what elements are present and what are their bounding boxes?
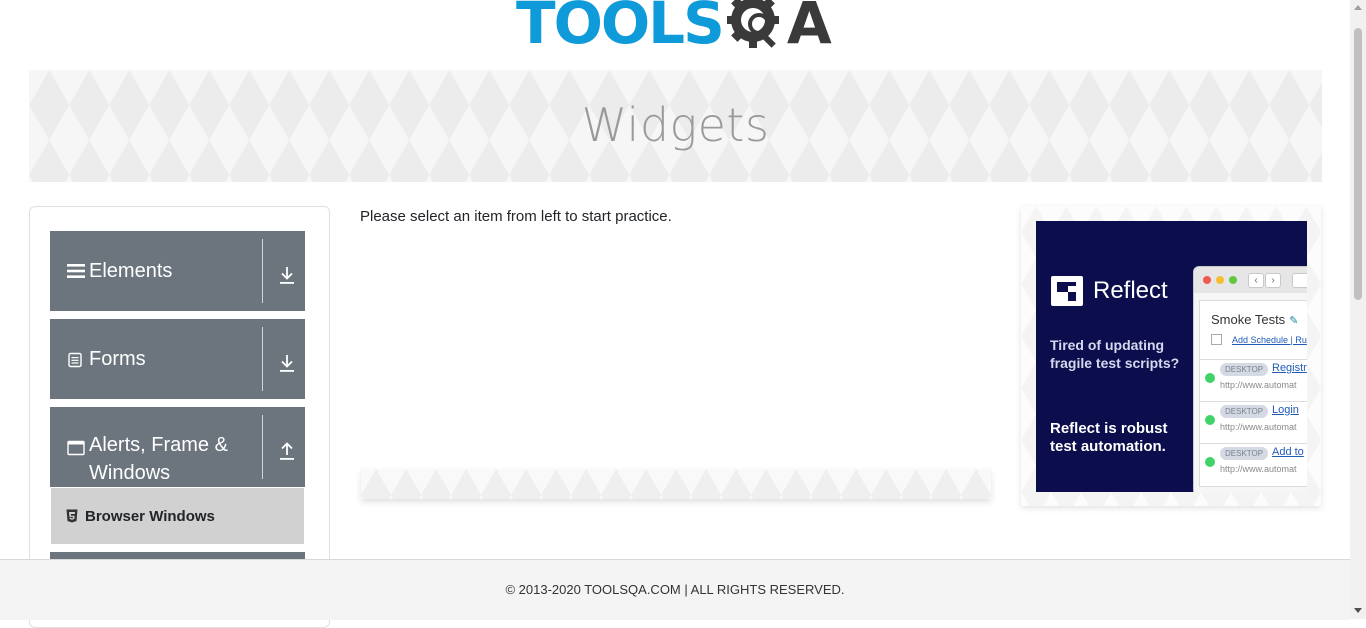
vertical-scrollbar[interactable] [1350,0,1366,619]
ad-container: Reflect Tired of updating fragile test s… [1021,206,1321,506]
test-row: DESKTOP Registr http://www.automat [1200,359,1307,400]
add-schedule-link: Add Schedule | Ru [1232,335,1307,345]
back-arrow-icon: ‹ [1248,273,1264,288]
divider [262,327,263,391]
ad-brand-name: Reflect [1093,277,1168,304]
status-dot-icon [1205,457,1215,467]
forward-arrow-icon: › [1265,273,1281,288]
download-arrow-icon[interactable] [278,353,296,373]
sidebar-item-label: Browser Windows [85,507,215,525]
close-dot-icon [1203,276,1211,284]
minimize-dot-icon [1216,276,1224,284]
maximize-dot-icon [1229,276,1237,284]
group-label: Elements [89,260,173,282]
divider [262,415,263,479]
download-arrow-icon[interactable] [278,265,296,285]
ad-brand: Reflect [1051,276,1168,306]
toolsqa-logo[interactable]: TOOLS A [516,0,832,60]
hamburger-icon [67,264,85,283]
html5-icon [66,509,78,523]
page-footer: © 2013-2020 TOOLSQA.COM | ALL RIGHTS RES… [0,559,1350,620]
group-label: Alerts, Frame & Windows [89,434,228,484]
sidebar-item-browser-windows[interactable]: Browser Windows [51,488,304,544]
test-row: DESKTOP Add to http://www.automat [1200,443,1307,484]
test-name: Login [1272,404,1299,416]
logo-text-tools: TOOLS [516,0,725,57]
ad-browser-mockup: ‹ › Smoke Tests ✎ Add Schedule | Ru DESKT… [1194,267,1307,492]
test-name: Add to [1272,446,1304,458]
gear-magnifier-icon [725,0,791,57]
upload-arrow-icon[interactable] [278,441,296,461]
mockup-content: Smoke Tests ✎ Add Schedule | Ru DESKTOP R… [1199,300,1307,487]
test-url: http://www.automat [1220,422,1297,432]
ad-tagline: Tired of updating fragile test scripts? [1050,337,1180,371]
page-banner: Widgets [29,70,1322,182]
platform-badge: DESKTOP [1220,363,1269,376]
scroll-down-arrow-icon[interactable] [1354,608,1362,613]
copyright-text: © 2013-2020 TOOLSQA.COM | ALL RIGHTS RES… [505,582,845,597]
status-dot-icon [1205,373,1215,383]
mockup-titlebar: ‹ › [1194,267,1307,293]
test-url: http://www.automat [1220,380,1297,390]
scroll-up-arrow-icon[interactable] [1354,5,1362,10]
instruction-text: Please select an item from left to start… [360,208,672,225]
window-icon [67,440,85,461]
pencil-icon: ✎ [1289,315,1299,327]
form-icon [67,352,83,373]
test-row: DESKTOP Login http://www.automat [1200,401,1307,442]
test-name: Registr [1272,362,1307,374]
group-header-alerts-frame-windows[interactable]: Alerts, Frame & Windows [50,407,305,487]
platform-badge: DESKTOP [1220,405,1269,418]
reflect-ad-banner[interactable]: Reflect Tired of updating fragile test s… [1036,221,1307,492]
checkbox-icon [1211,334,1222,345]
group-header-elements[interactable]: Elements [50,231,305,311]
divider [262,239,263,303]
platform-badge: DESKTOP [1220,447,1269,460]
suite-title: Smoke Tests ✎ [1211,312,1299,327]
ad-cta: Reflect is robust test automation. [1050,420,1168,455]
ad-placeholder-strip [361,469,991,499]
group-header-forms[interactable]: Forms [50,319,305,399]
logo-text-a: A [786,0,832,57]
scrollbar-thumb[interactable] [1354,28,1362,300]
sidebar-toggle-icon [1292,273,1307,288]
reflect-logo-icon [1051,276,1083,306]
test-url: http://www.automat [1220,464,1297,474]
group-label: Forms [89,348,146,370]
page-title: Widgets [581,98,770,152]
status-dot-icon [1205,415,1215,425]
